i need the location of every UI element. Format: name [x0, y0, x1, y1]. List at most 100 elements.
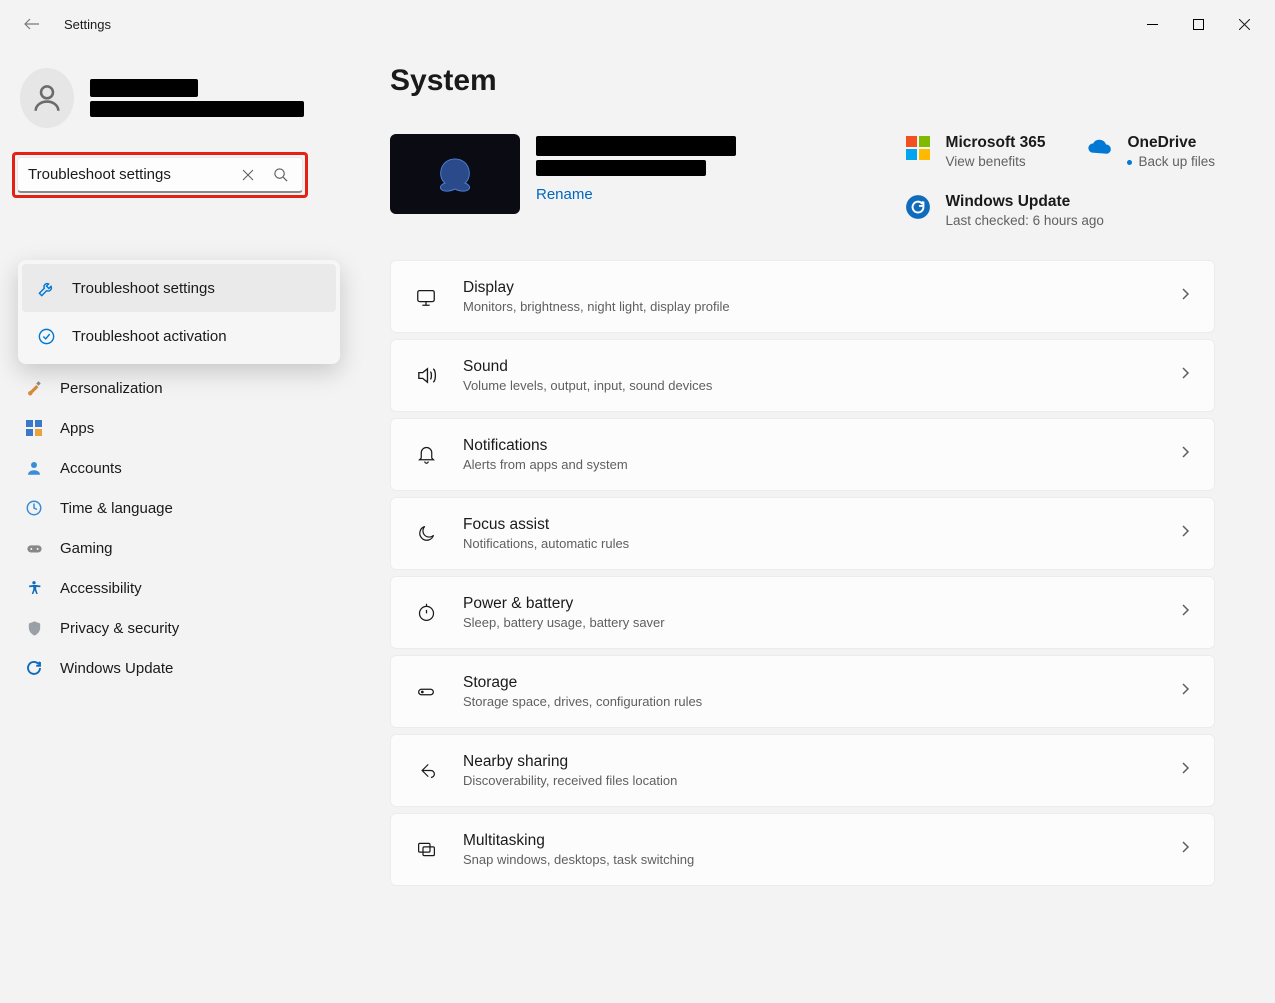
setting-title: Power & battery [463, 595, 1154, 613]
promo-windows-update[interactable]: Windows Update Last checked: 6 hours ago [904, 193, 1215, 228]
profile-email-redacted [90, 101, 304, 117]
promo-sub: View benefits [946, 154, 1046, 169]
onedrive-icon [1085, 134, 1113, 162]
suggestion-troubleshoot-settings[interactable]: Troubleshoot settings [22, 264, 336, 312]
search-input[interactable] [28, 166, 232, 183]
chevron-right-icon [1178, 840, 1192, 859]
back-button[interactable] [20, 12, 44, 36]
setting-power-battery[interactable]: Power & battery Sleep, battery usage, bat… [390, 576, 1215, 649]
rename-link[interactable]: Rename [536, 186, 736, 203]
person-icon [24, 458, 44, 478]
sidebar-item-time-language[interactable]: Time & language [12, 488, 308, 528]
promo-microsoft-365[interactable]: Microsoft 365 View benefits [904, 134, 1046, 169]
setting-title: Multitasking [463, 832, 1154, 850]
setting-sub: Snap windows, desktops, task switching [463, 852, 1154, 867]
sound-icon [413, 363, 439, 389]
search-suggestions-dropdown: Troubleshoot settings Troubleshoot activ… [18, 260, 340, 364]
globe-clock-icon [24, 498, 44, 518]
share-icon [413, 758, 439, 784]
sidebar-item-gaming[interactable]: Gaming [12, 528, 308, 568]
nav-label: Accessibility [60, 580, 142, 597]
microsoft-logo-icon [904, 134, 932, 162]
refresh-circle-icon [904, 193, 932, 221]
promo-title: Microsoft 365 [946, 134, 1046, 152]
device-thumbnail [390, 134, 520, 214]
setting-sub: Volume levels, output, input, sound devi… [463, 378, 1154, 393]
nav-label: Personalization [60, 380, 163, 397]
titlebar: Settings [0, 0, 1275, 48]
setting-title: Sound [463, 358, 1154, 376]
chevron-right-icon [1178, 445, 1192, 464]
maximize-button[interactable] [1175, 8, 1221, 40]
setting-display[interactable]: DisplayMonitors, brightness, night light… [390, 260, 1215, 333]
sidebar: Troubleshoot settings Troubleshoot activ… [0, 48, 320, 1003]
moon-icon [413, 521, 439, 547]
settings-list: DisplayMonitors, brightness, night light… [390, 260, 1215, 886]
accessibility-icon [24, 578, 44, 598]
promo-sub: Back up files [1127, 154, 1215, 169]
apps-icon [24, 418, 44, 438]
setting-sub: Sleep, battery usage, battery saver [463, 615, 1154, 630]
setting-title: Display [463, 279, 1154, 297]
promo-sub: Last checked: 6 hours ago [946, 213, 1104, 228]
app-title: Settings [64, 17, 111, 32]
setting-title: Focus assist [463, 516, 1154, 534]
window-controls [1129, 8, 1267, 40]
sidebar-item-apps[interactable]: Apps [12, 408, 308, 448]
promo-title: OneDrive [1127, 134, 1215, 152]
setting-sub: Notifications, automatic rules [463, 536, 1154, 551]
setting-sound[interactable]: Sound Volume levels, output, input, sound… [390, 339, 1215, 412]
check-circle-icon [36, 326, 56, 346]
storage-icon [413, 679, 439, 705]
nav-label: Apps [60, 420, 94, 437]
nav-label: Gaming [60, 540, 113, 557]
setting-storage[interactable]: StorageStorage space, drives, configurat… [390, 655, 1215, 728]
multitasking-icon [413, 837, 439, 863]
setting-title: Storage [463, 674, 1154, 692]
setting-multitasking[interactable]: Multitasking Snap windows, desktops, task… [390, 813, 1215, 886]
profile-name-redacted [90, 79, 198, 97]
promo-onedrive[interactable]: OneDrive Back up files [1085, 134, 1215, 169]
setting-title: Notifications [463, 437, 1154, 455]
sidebar-item-windows-update[interactable]: Windows Update [12, 648, 308, 688]
chevron-right-icon [1178, 682, 1192, 701]
chevron-right-icon [1178, 603, 1192, 622]
gamepad-icon [24, 538, 44, 558]
setting-notifications[interactable]: NotificationsAlerts from apps and system [390, 418, 1215, 491]
power-icon [413, 600, 439, 626]
bell-icon [413, 442, 439, 468]
promo-title: Windows Update [946, 193, 1104, 211]
sidebar-item-accessibility[interactable]: Accessibility [12, 568, 308, 608]
search-box[interactable] [17, 157, 303, 193]
suggestion-troubleshoot-activation[interactable]: Troubleshoot activation [22, 312, 336, 360]
search-highlight-box [12, 152, 308, 198]
chevron-right-icon [1178, 524, 1192, 543]
sidebar-item-personalization[interactable]: Personalization [12, 368, 308, 408]
setting-focus-assist[interactable]: Focus assist Notifications, automatic rul… [390, 497, 1215, 570]
sidebar-item-accounts[interactable]: Accounts [12, 448, 308, 488]
chevron-right-icon [1178, 761, 1192, 780]
search-submit-button[interactable] [264, 159, 296, 191]
setting-title: Nearby sharing [463, 753, 1154, 771]
setting-sub: Discoverability, received files location [463, 773, 1154, 788]
wrench-icon [36, 278, 56, 298]
main-content: System Rename Microsoft 365 [320, 48, 1275, 1003]
chevron-right-icon [1178, 287, 1192, 306]
minimize-button[interactable] [1129, 8, 1175, 40]
display-icon [413, 284, 439, 310]
refresh-icon [24, 658, 44, 678]
page-title: System [390, 64, 1215, 98]
profile-header[interactable] [0, 60, 320, 152]
device-card: Rename [390, 134, 884, 214]
nav-label: Time & language [60, 500, 173, 517]
suggestion-label: Troubleshoot settings [72, 280, 215, 297]
nav-label: Windows Update [60, 660, 173, 677]
nav-list: Network & internet Personalization Apps … [0, 326, 320, 690]
sidebar-item-privacy-security[interactable]: Privacy & security [12, 608, 308, 648]
close-button[interactable] [1221, 8, 1267, 40]
nav-label: Accounts [60, 460, 122, 477]
search-clear-button[interactable] [232, 159, 264, 191]
setting-nearby-sharing[interactable]: Nearby sharing Discoverability, received … [390, 734, 1215, 807]
chevron-right-icon [1178, 366, 1192, 385]
device-name-redacted [536, 136, 736, 156]
